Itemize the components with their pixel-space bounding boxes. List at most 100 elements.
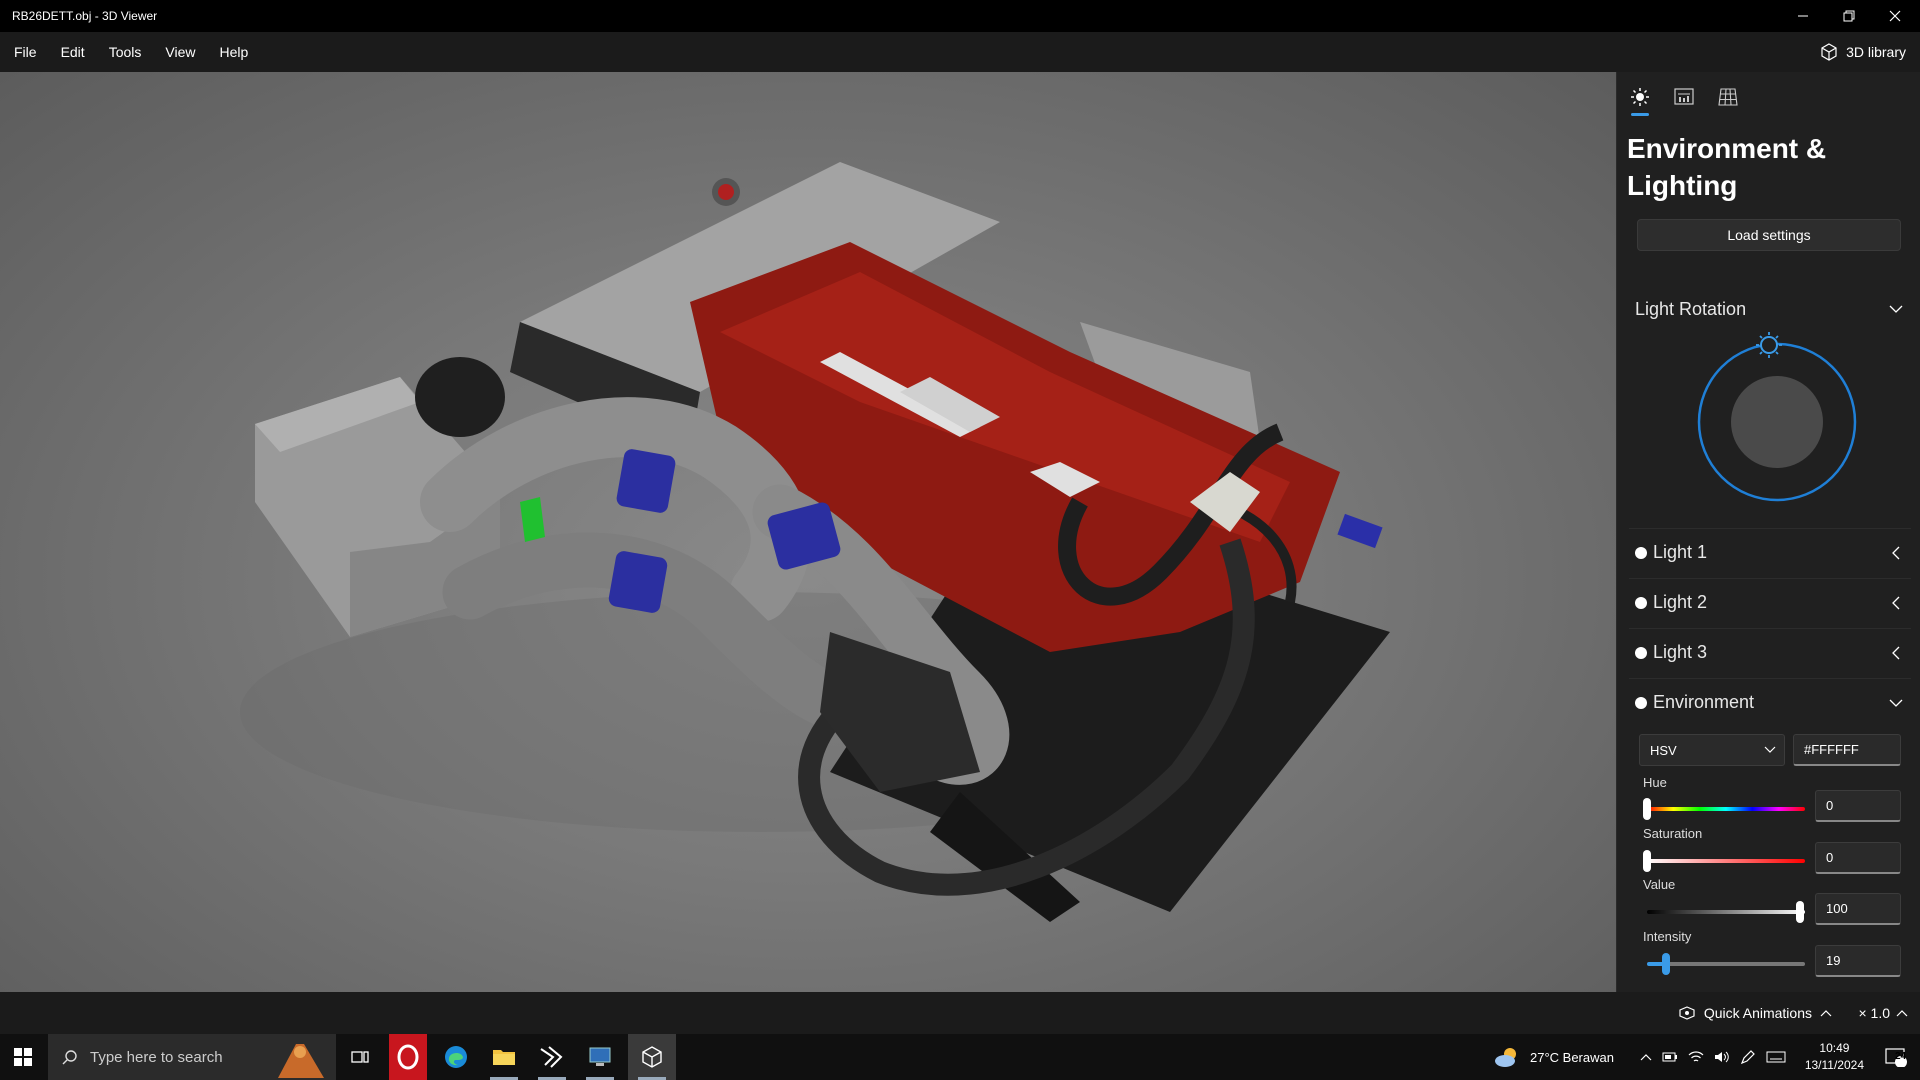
windows-icon [14, 1048, 32, 1066]
panel-title: Environment & Lighting [1627, 133, 1827, 201]
light-2-label: Light 2 [1653, 592, 1708, 612]
menu-view[interactable]: View [153, 44, 207, 60]
weather-text: 27°C Berawan [1530, 1049, 1614, 1065]
close-button[interactable] [1872, 0, 1918, 32]
light-3-dot [1635, 646, 1647, 659]
minimize-icon [1798, 15, 1808, 17]
light-3-label: Light 3 [1653, 642, 1708, 662]
task-view-icon [351, 1051, 369, 1063]
taskbar: Type here to search 27°C Berawan 10:49 1… [0, 1034, 1920, 1080]
stats-icon [1674, 88, 1694, 105]
light-1-header[interactable]: Light 1 [1629, 528, 1911, 576]
environment-header[interactable]: Environment [1629, 678, 1911, 726]
clock-date: 13/11/2024 [1804, 1058, 1864, 1072]
hue-label: Hue [1643, 775, 1667, 790]
task-view-button[interactable] [336, 1034, 384, 1080]
hue-slider-thumb[interactable] [1643, 798, 1651, 820]
opera-icon [389, 1034, 427, 1080]
tab-stats[interactable] [1671, 82, 1697, 112]
grid-icon [1718, 88, 1738, 106]
cube-icon [642, 1046, 662, 1068]
speed-button[interactable]: × 1.0 [1858, 992, 1908, 1034]
notification-button[interactable]: 24 [1876, 1034, 1916, 1080]
tab-mesh[interactable] [1715, 82, 1741, 112]
tab-environment-lighting[interactable] [1627, 82, 1653, 116]
edge-app[interactable] [432, 1034, 480, 1080]
light-2-dot [1635, 596, 1647, 609]
title-bar: RB26DETT.obj - 3D Viewer [0, 0, 1920, 32]
hue-field[interactable]: 0 [1815, 790, 1901, 822]
taskbar-search[interactable]: Type here to search [48, 1034, 336, 1080]
3d-library-button[interactable]: 3D library [1820, 32, 1906, 72]
opera-app[interactable] [384, 1034, 432, 1080]
search-placeholder: Type here to search [90, 1048, 223, 1066]
weather-widget[interactable]: 27°C Berawan [1494, 1034, 1614, 1080]
keyboard-icon[interactable] [1766, 1051, 1786, 1063]
volume-icon[interactable] [1714, 1050, 1730, 1064]
chevron-down-icon [1889, 699, 1903, 707]
light-3-header[interactable]: Light 3 [1629, 628, 1911, 676]
battery-icon[interactable] [1662, 1051, 1678, 1063]
start-button[interactable] [0, 1034, 46, 1080]
chevron-left-icon [1892, 546, 1900, 559]
hex-color-field[interactable]: #FFFFFF [1793, 734, 1901, 766]
hue-slider[interactable] [1643, 798, 1805, 820]
status-bar: Quick Animations × 1.0 [0, 992, 1920, 1034]
monitor-icon [589, 1047, 611, 1066]
search-icon [62, 1050, 77, 1065]
3d-viewer-app[interactable] [628, 1034, 676, 1080]
chevron-left-icon [1892, 646, 1900, 659]
color-mode-value: HSV [1650, 742, 1677, 758]
light-rotation-dial[interactable] [1687, 332, 1867, 512]
value-slider[interactable] [1647, 901, 1805, 923]
menu-tools[interactable]: Tools [97, 44, 154, 60]
control-panel-app[interactable] [576, 1034, 624, 1080]
menu-help[interactable]: Help [207, 44, 260, 60]
minimize-button[interactable] [1780, 0, 1826, 32]
value-slider-thumb[interactable] [1796, 901, 1805, 923]
file-explorer-app[interactable] [480, 1034, 528, 1080]
quick-animations-button[interactable]: Quick Animations [1678, 992, 1832, 1034]
light-2-header[interactable]: Light 2 [1629, 578, 1911, 626]
saturation-label: Saturation [1643, 826, 1703, 841]
load-settings-button[interactable]: Load settings [1637, 219, 1901, 251]
color-mode-select[interactable]: HSV [1639, 734, 1785, 766]
search-highlight-icon [278, 1044, 324, 1078]
restore-button[interactable] [1826, 0, 1872, 32]
sun-icon [1631, 88, 1649, 106]
environment-dot [1635, 696, 1647, 709]
3d-viewport[interactable] [0, 72, 1616, 992]
cube-icon [1821, 43, 1837, 61]
saturation-slider-thumb[interactable] [1643, 850, 1651, 872]
speed-label: × 1.0 [1858, 1005, 1890, 1021]
saturation-slider[interactable] [1643, 850, 1805, 872]
engine-model[interactable] [0, 72, 1616, 992]
environment-label: Environment [1653, 692, 1755, 712]
chevron-up-icon [1820, 1010, 1832, 1017]
notification-count: 24 [1895, 1051, 1907, 1062]
folder-icon [493, 1050, 515, 1065]
blender-app[interactable] [528, 1034, 576, 1080]
menu-file[interactable]: File [0, 44, 49, 60]
chevron-down-icon [1764, 746, 1776, 753]
clock[interactable]: 10:49 13/11/2024 [1805, 1040, 1864, 1074]
pen-icon[interactable] [1740, 1049, 1756, 1065]
chevron-up-icon [1896, 1010, 1908, 1017]
light-rotation-header[interactable]: Light Rotation [1629, 285, 1911, 333]
clock-time: 10:49 [1819, 1041, 1850, 1055]
intensity-slider-thumb[interactable] [1661, 953, 1670, 975]
light-1-label: Light 1 [1653, 542, 1708, 562]
intensity-field[interactable]: 19 [1815, 945, 1901, 977]
menu-edit[interactable]: Edit [49, 44, 97, 60]
intensity-slider[interactable] [1647, 953, 1805, 975]
panel-tabs [1627, 82, 1741, 116]
value-field[interactable]: 100 [1815, 893, 1901, 925]
chevron-down-icon [1889, 305, 1903, 313]
wifi-icon[interactable] [1688, 1050, 1704, 1064]
saturation-field[interactable]: 0 [1815, 842, 1901, 874]
3d-library-label: 3D library [1846, 44, 1906, 60]
settings-panel: Environment & Lighting Load settings Lig… [1616, 72, 1920, 992]
menu-bar: File Edit Tools View Help 3D library [0, 32, 1920, 72]
chevron-up-icon[interactable] [1640, 1052, 1652, 1062]
window-title: RB26DETT.obj - 3D Viewer [12, 9, 158, 23]
